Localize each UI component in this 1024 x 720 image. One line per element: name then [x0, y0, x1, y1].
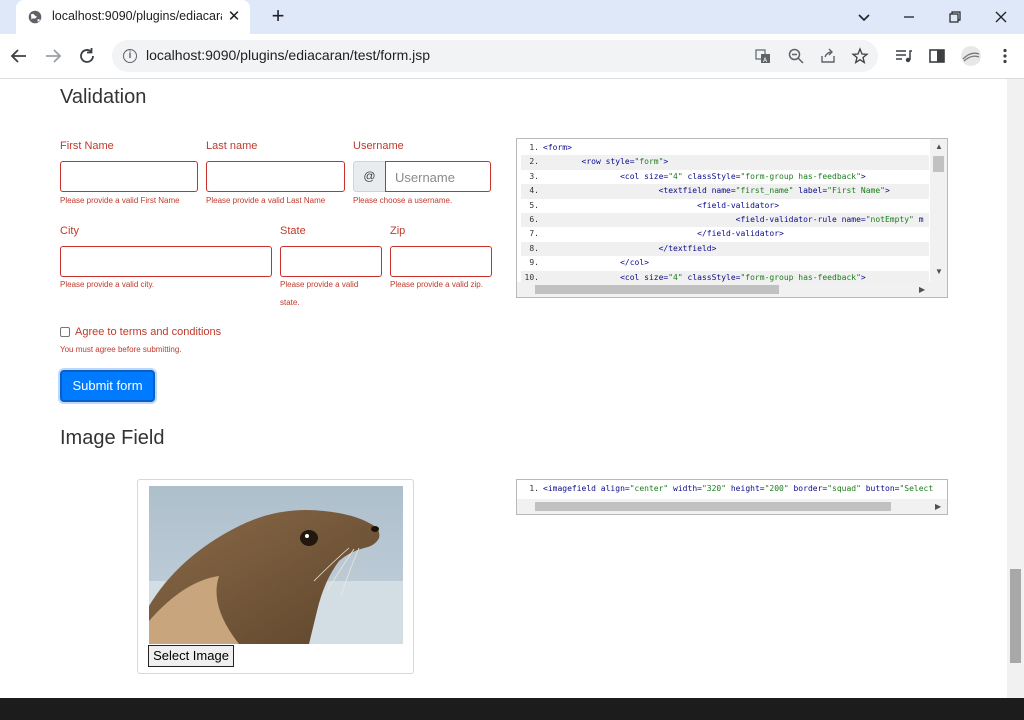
- code-horizontal-thumb[interactable]: [535, 285, 779, 294]
- select-image-button[interactable]: Select Image: [148, 645, 234, 667]
- reload-icon[interactable]: [75, 44, 99, 68]
- username-input[interactable]: Username: [385, 161, 491, 192]
- imagefield-code-line: 1. <imagefield align="center" width="320"…: [529, 484, 934, 493]
- form-code-line: 3. <col size="4" classStyle="form-group …: [529, 171, 866, 181]
- last-name-label: Last name: [206, 140, 258, 152]
- validation-title: Validation: [60, 86, 147, 108]
- imagefield-horizontal-scrollbar[interactable]: ▶: [517, 499, 947, 514]
- code-vertical-thumb[interactable]: [933, 156, 944, 172]
- first-name-input[interactable]: [60, 161, 198, 192]
- first-name-label: First Name: [60, 140, 114, 152]
- zip-label: Zip: [390, 225, 406, 237]
- form-code-line: 2. <row style="form">: [521, 155, 929, 170]
- code-horizontal-scrollbar[interactable]: ▶: [517, 282, 947, 297]
- code-vertical-scrollbar[interactable]: ▲ ▼: [930, 139, 947, 282]
- side-panel-icon[interactable]: [927, 46, 947, 66]
- form-code-line: 6. <field-validator-rule name="notEmpty"…: [521, 213, 929, 228]
- scroll-down-arrow-icon[interactable]: ▼: [935, 267, 943, 277]
- zip-input[interactable]: [390, 246, 492, 277]
- seal-photo-icon: [149, 486, 403, 644]
- seal-image: [149, 486, 403, 644]
- form-code-line: 4. <textfield name="first_name" label="F…: [521, 184, 929, 199]
- media-queue-icon[interactable]: [893, 46, 913, 66]
- scroll-up-arrow-icon[interactable]: ▲: [935, 142, 943, 152]
- new-tab-icon[interactable]: +: [266, 5, 290, 29]
- form-code-line: 7. </field-validator>: [529, 229, 784, 239]
- profile-avatar-icon[interactable]: [960, 45, 982, 67]
- submit-form-button[interactable]: Submit form: [60, 370, 155, 402]
- form-code-line: 5. <field-validator>: [529, 200, 780, 210]
- translate-icon[interactable]: A: [754, 47, 772, 65]
- state-help-line2: state.: [280, 298, 300, 307]
- tab-search-chevron-icon[interactable]: [852, 5, 876, 29]
- page-scroll-thumb[interactable]: [1010, 569, 1021, 663]
- city-input[interactable]: [60, 246, 272, 277]
- minimize-icon[interactable]: [897, 5, 921, 29]
- zip-help: Please provide a valid zip.: [390, 280, 483, 289]
- first-name-help: Please provide a valid First Name: [60, 196, 180, 205]
- state-help-line1: Please provide a valid: [280, 280, 359, 289]
- form-code-viewer[interactable]: 1. <form> 2. <row style="form"> 3. <col siz…: [516, 138, 948, 298]
- last-name-input[interactable]: [206, 161, 345, 192]
- city-label: City: [60, 225, 79, 237]
- username-at-addon: @: [353, 161, 386, 192]
- tab-strip: localhost:9090/plugins/ediacaran ✕ +: [0, 0, 1024, 34]
- form-code-line: 8. </textfield>: [521, 241, 929, 257]
- imagefield-horizontal-thumb[interactable]: [535, 502, 891, 511]
- username-label: Username: [353, 140, 404, 152]
- state-label: State: [280, 225, 306, 237]
- browser-toolbar: i localhost:9090/plugins/ediacaran/test/…: [0, 34, 1024, 79]
- zoom-icon[interactable]: [787, 47, 805, 65]
- scroll-right-arrow-icon[interactable]: ▶: [919, 285, 925, 295]
- terms-help: You must agree before submitting.: [60, 345, 182, 354]
- globe-icon: [28, 10, 42, 24]
- state-input[interactable]: [280, 246, 382, 277]
- close-tab-icon[interactable]: ✕: [224, 7, 244, 27]
- form-code-line: 9. </col>: [529, 258, 649, 268]
- bookmark-star-icon[interactable]: [851, 47, 869, 65]
- back-icon[interactable]: [7, 44, 31, 68]
- url-text: localhost:9090/plugins/ediacaran/test/fo…: [146, 47, 431, 63]
- imagefield-code-viewer[interactable]: 1. <imagefield align="center" width="320"…: [516, 479, 948, 515]
- browser-tab[interactable]: localhost:9090/plugins/ediacaran ✕: [16, 0, 250, 34]
- imagefield-scroll-right-arrow-icon[interactable]: ▶: [935, 502, 941, 512]
- last-name-help: Please provide a valid Last Name: [206, 196, 326, 205]
- forward-icon[interactable]: [41, 44, 65, 68]
- address-bar[interactable]: i localhost:9090/plugins/ediacaran/test/…: [112, 40, 878, 72]
- terms-checkbox[interactable]: [60, 327, 70, 337]
- site-info-icon[interactable]: i: [123, 49, 137, 63]
- form-code-line: 1. <form>: [529, 143, 572, 152]
- username-help: Please choose a username.: [353, 196, 453, 205]
- city-help: Please provide a valid city.: [60, 280, 155, 289]
- share-icon[interactable]: [819, 47, 837, 65]
- terms-label[interactable]: Agree to terms and conditions: [75, 326, 221, 338]
- close-window-icon[interactable]: [989, 5, 1013, 29]
- page-footer-bar: [0, 698, 1024, 720]
- kebab-menu-icon[interactable]: [995, 46, 1015, 66]
- image-field-title: Image Field: [60, 427, 165, 449]
- restore-icon[interactable]: [943, 5, 967, 29]
- tab-title: localhost:9090/plugins/ediacaran: [52, 9, 222, 23]
